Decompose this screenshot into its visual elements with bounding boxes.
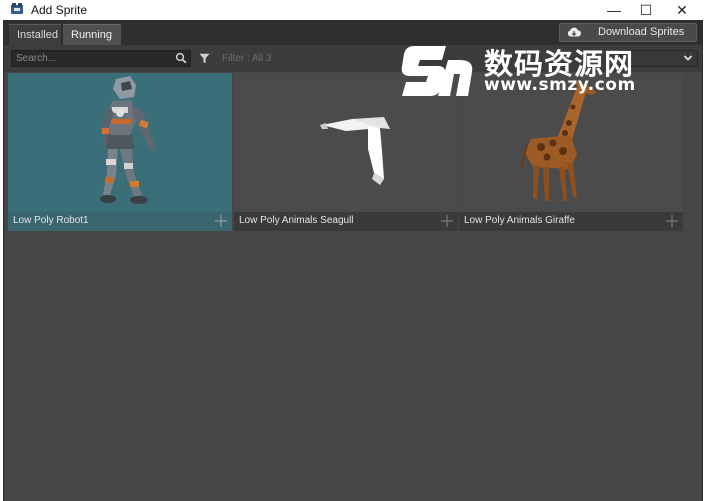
sprite-grid: Low Poly Robot1 Low Poly Animals Seagull (8, 73, 698, 498)
add-icon[interactable] (214, 214, 228, 228)
sprite-name: Low Poly Animals Giraffe (464, 215, 575, 226)
sprite-name: Low Poly Robot1 (13, 215, 89, 226)
search-icon[interactable] (175, 52, 187, 64)
search-box (11, 50, 191, 67)
sprite-caption: Low Poly Animals Seagull (234, 212, 458, 231)
maximize-button[interactable]: ☐ (628, 0, 664, 20)
watermark: 数码资源网 www.smzy.com (398, 38, 648, 102)
chevron-down-icon (683, 55, 693, 61)
app-icon (11, 3, 23, 14)
tab-installed[interactable]: Installed (9, 24, 61, 45)
add-icon[interactable] (440, 214, 454, 228)
close-button[interactable]: ✕ (664, 0, 700, 20)
sprite-name: Low Poly Animals Seagull (239, 215, 354, 226)
watermark-url: www.smzy.com (484, 75, 636, 95)
minimize-button[interactable]: — (596, 0, 632, 20)
search-input[interactable] (16, 51, 166, 66)
window-title: Add Sprite (31, 3, 88, 17)
filter-icon[interactable] (199, 53, 210, 64)
sprite-thumbnail-robot (8, 73, 232, 212)
filter-status-text: Filter : All 3 (222, 53, 272, 64)
sprite-caption: Low Poly Animals Giraffe (459, 212, 683, 231)
sprite-caption: Low Poly Robot1 (8, 212, 232, 231)
add-icon[interactable] (665, 214, 679, 228)
watermark-logo (401, 46, 473, 96)
sprite-card-robot[interactable]: Low Poly Robot1 (8, 73, 232, 231)
tab-running[interactable]: Running (63, 24, 121, 45)
window-titlebar: Add Sprite — ☐ ✕ (0, 0, 705, 20)
robot-image (100, 76, 156, 204)
